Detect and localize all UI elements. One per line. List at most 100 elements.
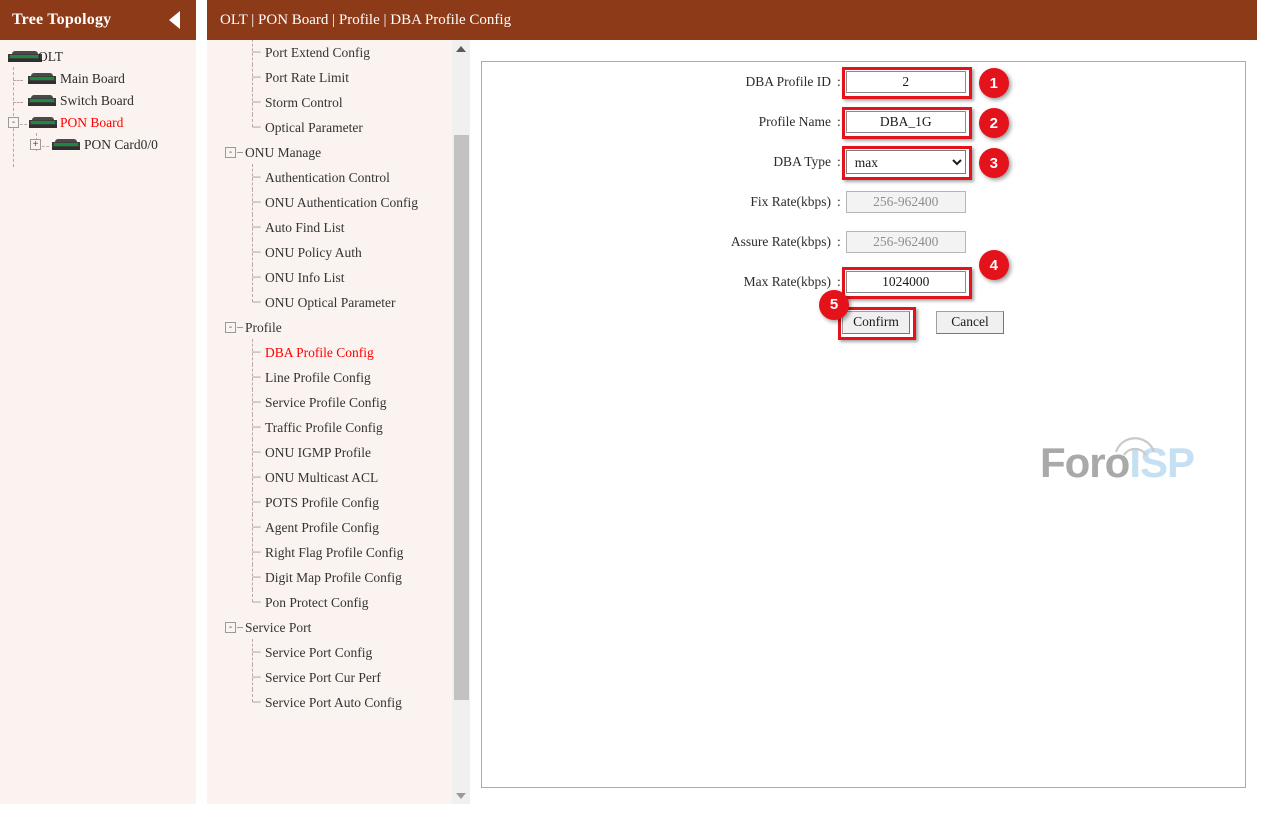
menu-item-service-profile-config[interactable]: --- Service Profile Config <box>207 389 452 415</box>
menu-item-label: Traffic Profile Config <box>265 420 383 435</box>
menu-connector: --- <box>252 646 261 658</box>
menu-item-onu-policy-auth[interactable]: --- ONU Policy Auth <box>207 239 452 265</box>
dba-type-label: DBA Type <box>773 154 831 169</box>
menu-item-service-port-auto-config[interactable]: --- Service Port Auto Config <box>207 689 452 715</box>
step-badge-3: 3 <box>978 148 1009 178</box>
tree-node-olt[interactable]: OLT <box>0 46 196 68</box>
dba-profile-id-input[interactable] <box>845 71 966 93</box>
scroll-down-arrow-icon[interactable] <box>452 787 470 804</box>
tree-node-label: Switch Board <box>60 93 134 108</box>
dba-profile-id-label: DBA Profile ID <box>745 74 832 89</box>
menu-item-onu-multicast-acl[interactable]: --- ONU Multicast ACL <box>207 464 452 490</box>
menu-connector: --- <box>252 96 261 108</box>
menu-expander-icon[interactable]: - <box>225 622 236 633</box>
dba-type-select[interactable]: fixassureassure+maxmax <box>845 150 966 174</box>
menu-connector: --- <box>252 221 261 233</box>
menu-connector: --- <box>252 571 261 583</box>
menu-connector: --- <box>252 396 261 408</box>
menu-connector: --- <box>252 196 261 208</box>
menu-connector: --- <box>252 346 261 358</box>
menu-item-port-rate-limit[interactable]: --- Port Rate Limit <box>207 64 452 90</box>
breadcrumb: OLT | PON Board | Profile | DBA Profile … <box>207 0 1257 40</box>
menu-connector <box>237 152 243 153</box>
menu-item-auto-find-list[interactable]: --- Auto Find List <box>207 214 452 240</box>
menu-connector: --- <box>252 296 261 308</box>
menu-group-onu-manage[interactable]: - ONU Manage <box>207 140 452 165</box>
menu-item-service-port-config[interactable]: --- Service Port Config <box>207 639 452 665</box>
form-row-profile-name: Profile Name: <box>482 102 1245 142</box>
menu-item-label: ONU Multicast ACL <box>265 470 379 485</box>
menu-item-dba-profile-config[interactable]: --- DBA Profile Config <box>207 339 452 365</box>
menu-item-traffic-profile-config[interactable]: --- Traffic Profile Config <box>207 414 452 440</box>
menu-item-label: Digit Map Profile Config <box>265 570 402 585</box>
form-button-row: Confirm Cancel <box>482 302 1245 342</box>
menu-item-service-port-cur-perf[interactable]: --- Service Port Cur Perf <box>207 664 452 690</box>
tree-topology-sidebar: Tree Topology OLT Main Board Switch Boar… <box>0 0 196 804</box>
menu-list: --- Port Extend Config --- Port Rate Limit -… <box>207 40 452 715</box>
menu-group-label: Service Port <box>245 620 312 635</box>
menu-item-optical-parameter[interactable]: --- Optical Parameter <box>207 114 452 140</box>
tree-node-pon-board[interactable]: - PON Board <box>0 112 196 134</box>
menu-item-label: ONU Info List <box>265 270 345 285</box>
tree-node-main-board[interactable]: Main Board <box>0 68 196 90</box>
menu-connector: --- <box>252 446 261 458</box>
form-fields: DBA Profile ID:Profile Name: DBA Type: fix… <box>482 62 1245 302</box>
menu-scrollbar[interactable] <box>452 40 470 804</box>
menu-item-pon-protect-config[interactable]: --- Pon Protect Config <box>207 589 452 615</box>
max-rate-kbps-input[interactable] <box>845 271 966 293</box>
device-shelf-icon <box>52 139 80 150</box>
menu-connector: --- <box>252 421 261 433</box>
menu-item-right-flag-profile-config[interactable]: --- Right Flag Profile Config <box>207 539 452 565</box>
tree-node-label: PON Board <box>60 115 124 130</box>
fix-rate-kbps-input <box>845 191 966 213</box>
menu-item-onu-optical-parameter[interactable]: --- ONU Optical Parameter <box>207 289 452 315</box>
fix-rate-kbps-label: Fix Rate(kbps) <box>750 194 831 209</box>
menu-item-onu-igmp-profile[interactable]: --- ONU IGMP Profile <box>207 439 452 465</box>
menu-item-onu-authentication-config[interactable]: --- ONU Authentication Config <box>207 189 452 215</box>
menu-expander-icon[interactable]: - <box>225 322 236 333</box>
menu-connector: --- <box>252 271 261 283</box>
menu-item-line-profile-config[interactable]: --- Line Profile Config <box>207 364 452 390</box>
menu-connector: --- <box>252 596 261 608</box>
tree-expander-collapse-icon[interactable]: - <box>8 117 19 128</box>
form-row-dba-profile-id: DBA Profile ID: <box>482 62 1245 102</box>
menu-item-label: Service Port Cur Perf <box>265 670 381 685</box>
tree-node-switch-board[interactable]: Switch Board <box>0 90 196 112</box>
device-shelf-icon <box>8 51 42 62</box>
menu-item-port-extend-config[interactable]: --- Port Extend Config <box>207 40 452 65</box>
tree-node-label: Main Board <box>60 71 125 86</box>
menu-group-profile[interactable]: - Profile <box>207 315 452 340</box>
cancel-button[interactable]: Cancel <box>936 310 1004 334</box>
menu-connector: --- <box>252 71 261 83</box>
menu-item-storm-control[interactable]: --- Storm Control <box>207 89 452 115</box>
menu-item-agent-profile-config[interactable]: --- Agent Profile Config <box>207 514 452 540</box>
menu-item-pots-profile-config[interactable]: --- POTS Profile Config <box>207 489 452 515</box>
menu-connector: --- <box>252 521 261 533</box>
label-colon: : <box>837 74 841 89</box>
confirm-button[interactable]: Confirm <box>842 310 910 334</box>
menu-connector <box>237 627 243 628</box>
step-badge-2: 2 <box>978 108 1009 138</box>
step-badge-1: 1 <box>978 68 1009 98</box>
menu-item-label: Auto Find List <box>265 220 345 235</box>
triangle-left-icon[interactable] <box>169 11 180 29</box>
menu-group-service-port[interactable]: - Service Port <box>207 615 452 640</box>
sidebar-header: Tree Topology <box>0 0 196 40</box>
menu-item-label: POTS Profile Config <box>265 495 380 510</box>
menu-item-label: ONU IGMP Profile <box>265 445 371 460</box>
menu-expander-icon[interactable]: - <box>225 147 236 158</box>
menu-item-authentication-control[interactable]: --- Authentication Control <box>207 164 452 190</box>
tree-connector <box>20 124 27 125</box>
menu-item-digit-map-profile-config[interactable]: --- Digit Map Profile Config <box>207 564 452 590</box>
menu-item-label: Line Profile Config <box>265 370 371 385</box>
menu-connector: --- <box>252 671 261 683</box>
tree-node-pon-card-0-0[interactable]: + PON Card0/0 <box>0 134 196 156</box>
menu-item-onu-info-list[interactable]: --- ONU Info List <box>207 264 452 290</box>
tree-expander-expand-icon[interactable]: + <box>30 139 41 150</box>
profile-name-input[interactable] <box>845 111 966 133</box>
sidebar-title: Tree Topology <box>12 11 112 28</box>
device-shelf-icon <box>28 73 56 84</box>
scroll-up-arrow-icon[interactable] <box>452 40 470 57</box>
menu-item-label: DBA Profile Config <box>265 345 374 360</box>
scrollbar-thumb[interactable] <box>454 135 469 700</box>
